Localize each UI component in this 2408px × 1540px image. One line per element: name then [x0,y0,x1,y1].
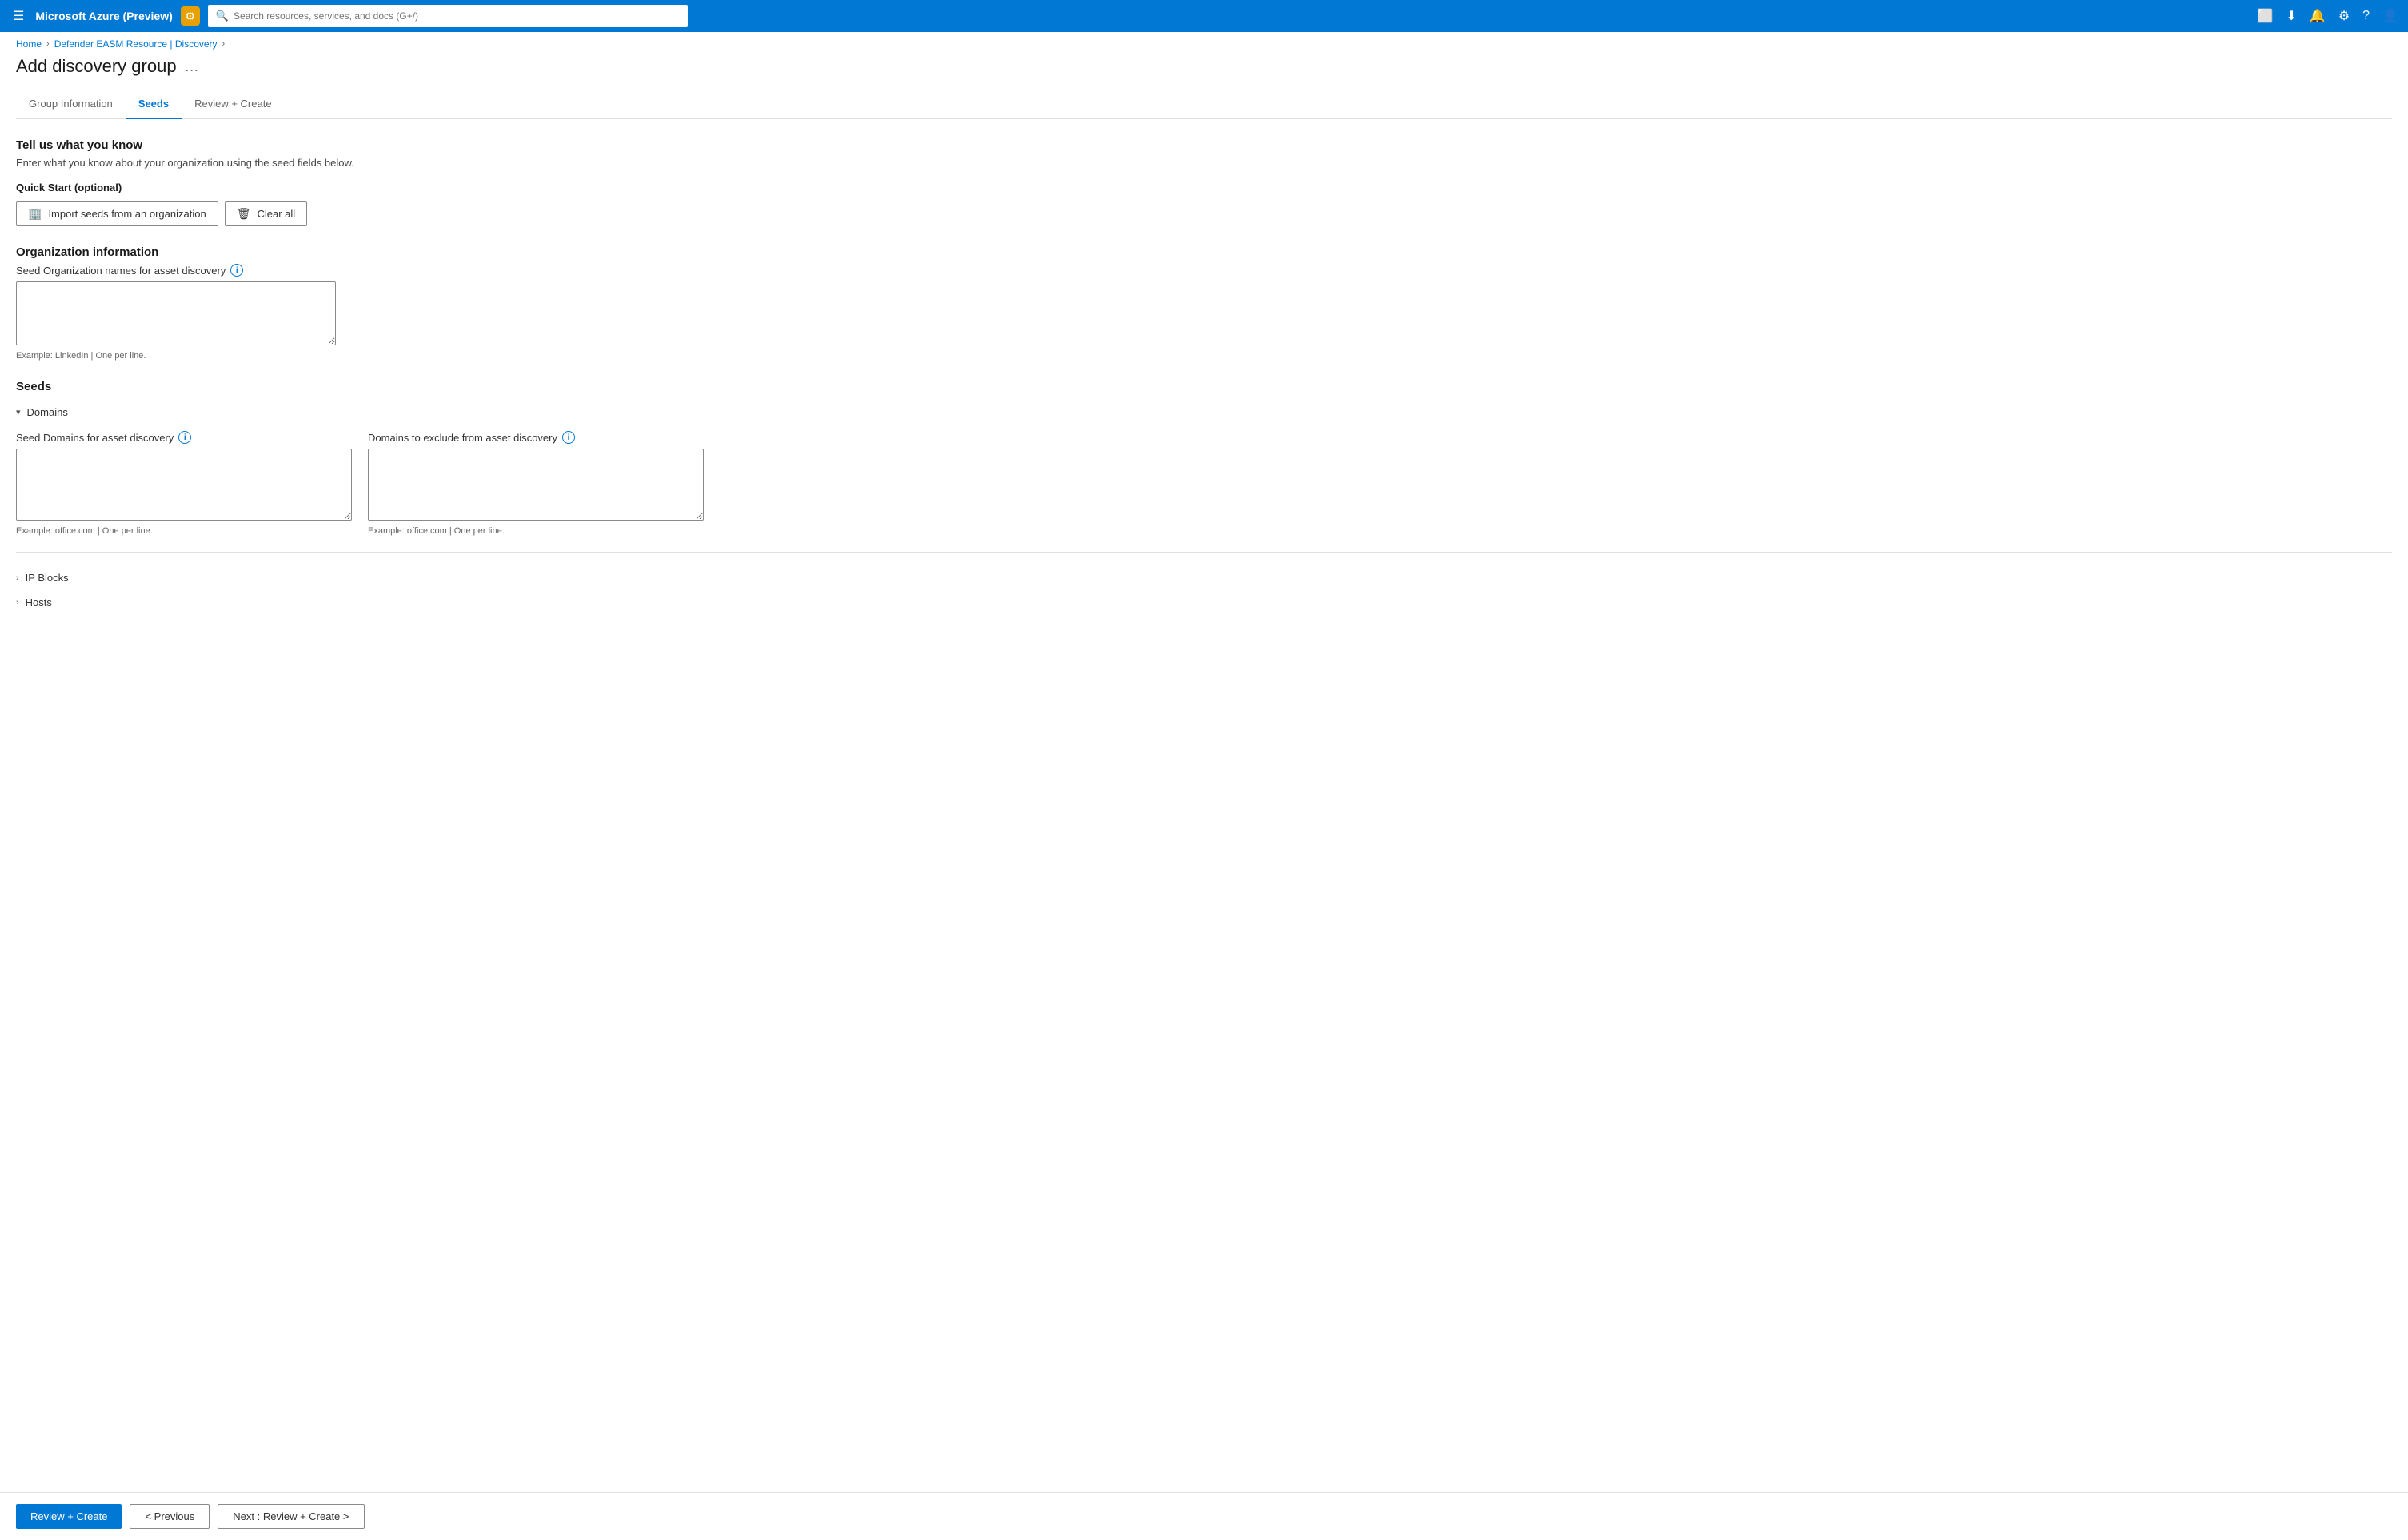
help-icon[interactable]: ? [2362,9,2370,23]
domain-fields: Seed Domains for asset discovery i Examp… [16,431,2392,536]
ip-blocks-header[interactable]: › IP Blocks [16,569,2392,587]
user-icon[interactable]: 👤 [2382,8,2398,24]
hosts-label: Hosts [26,596,52,608]
org-names-textarea[interactable] [16,281,336,345]
tell-us-section: Tell us what you know Enter what you kno… [16,138,2392,169]
org-info-icon[interactable]: i [230,264,243,277]
previous-button[interactable]: < Previous [130,1504,210,1529]
bottom-bar: Review + Create < Previous Next : Review… [0,1492,2408,1540]
tab-group-information[interactable]: Group Information [16,90,126,119]
seeds-section: Seeds ▾ Domains Seed Domains for asset d… [16,380,2392,612]
domains-chevron-icon: ▾ [16,407,21,417]
topbar-actions: ⬜ ⬇ 🔔 ⚙ ? 👤 [2258,8,2398,24]
quick-start-section: Quick Start (optional) 🏢 Import seeds fr… [16,182,2392,226]
app-title: Microsoft Azure (Preview) [35,10,172,22]
search-icon: 🔍 [216,10,229,22]
breadcrumb-sep-1: › [222,39,226,49]
review-create-button[interactable]: Review + Create [16,1504,122,1529]
seed-domains-textarea[interactable] [16,449,352,521]
exclude-domains-field: Domains to exclude from asset discovery … [368,431,704,536]
import-seeds-button[interactable]: 🏢 Import seeds from an organization [16,201,218,226]
tab-seeds[interactable]: Seeds [126,90,182,119]
quick-start-buttons: 🏢 Import seeds from an organization 🗑 Cl… [16,201,2392,226]
topbar: ☰ Microsoft Azure (Preview) ⚙ 🔍 ⬜ ⬇ 🔔 ⚙ … [0,0,2408,32]
org-field-hint: Example: LinkedIn | One per line. [16,351,2392,361]
org-field-label: Seed Organization names for asset discov… [16,264,2392,277]
hosts-collapsible: › Hosts [16,593,2392,612]
domains-collapsible: ▾ Domains Seed Domains for asset discove… [16,403,2392,536]
seeds-title: Seeds [16,380,2392,393]
quick-start-label: Quick Start (optional) [16,182,2392,193]
clear-all-button[interactable]: 🗑 Clear all [225,201,307,226]
import-icon: 🏢 [28,207,42,221]
exclude-domains-label: Domains to exclude from asset discovery … [368,431,704,444]
domains-header[interactable]: ▾ Domains [16,403,2392,421]
page-title: Add discovery group [16,56,177,77]
next-button[interactable]: Next : Review + Create > [218,1504,364,1529]
settings-icon[interactable]: ⚙ [2338,8,2350,24]
tab-review-create[interactable]: Review + Create [182,90,284,119]
exclude-domains-hint: Example: office.com | One per line. [368,526,704,536]
org-info-title: Organization information [16,245,2392,259]
exclude-domains-textarea[interactable] [368,449,704,521]
domains-label: Domains [27,406,68,418]
app-icon: ⚙ [181,6,200,26]
ip-blocks-label: IP Blocks [26,572,69,584]
ip-blocks-chevron-icon: › [16,573,19,583]
org-info-section: Organization information Seed Organizati… [16,245,2392,361]
hosts-chevron-icon: › [16,598,19,608]
download-icon[interactable]: ⬇ [2286,8,2297,24]
hosts-header[interactable]: › Hosts [16,593,2392,612]
exclude-domains-info-icon[interactable]: i [562,431,575,444]
search-bar[interactable]: 🔍 [208,5,688,27]
page-title-row: Add discovery group … [16,56,2392,77]
terminal-icon[interactable]: ⬜ [2258,8,2274,24]
search-input[interactable] [234,10,680,22]
seed-domains-info-icon[interactable]: i [178,431,191,444]
bell-icon[interactable]: 🔔 [2310,8,2326,24]
breadcrumb-sep-0: › [46,39,50,49]
tell-us-subtitle: Enter what you know about your organizat… [16,157,2392,169]
seed-domains-hint: Example: office.com | One per line. [16,526,352,536]
page-title-more[interactable]: … [185,58,199,75]
tell-us-title: Tell us what you know [16,138,2392,152]
breadcrumb: Home › Defender EASM Resource | Discover… [0,32,2408,56]
breadcrumb-home[interactable]: Home [16,38,42,50]
hamburger-icon[interactable]: ☰ [10,5,27,27]
seed-domains-field: Seed Domains for asset discovery i Examp… [16,431,352,536]
page-content: Add discovery group … Group Information … [0,56,2408,690]
divider-1 [16,552,2392,553]
seed-domains-label: Seed Domains for asset discovery i [16,431,352,444]
trash-icon: 🗑 [237,207,251,221]
ip-blocks-collapsible: › IP Blocks [16,569,2392,587]
tabs: Group Information Seeds Review + Create [16,90,2392,119]
breadcrumb-defender[interactable]: Defender EASM Resource | Discovery [54,38,218,50]
